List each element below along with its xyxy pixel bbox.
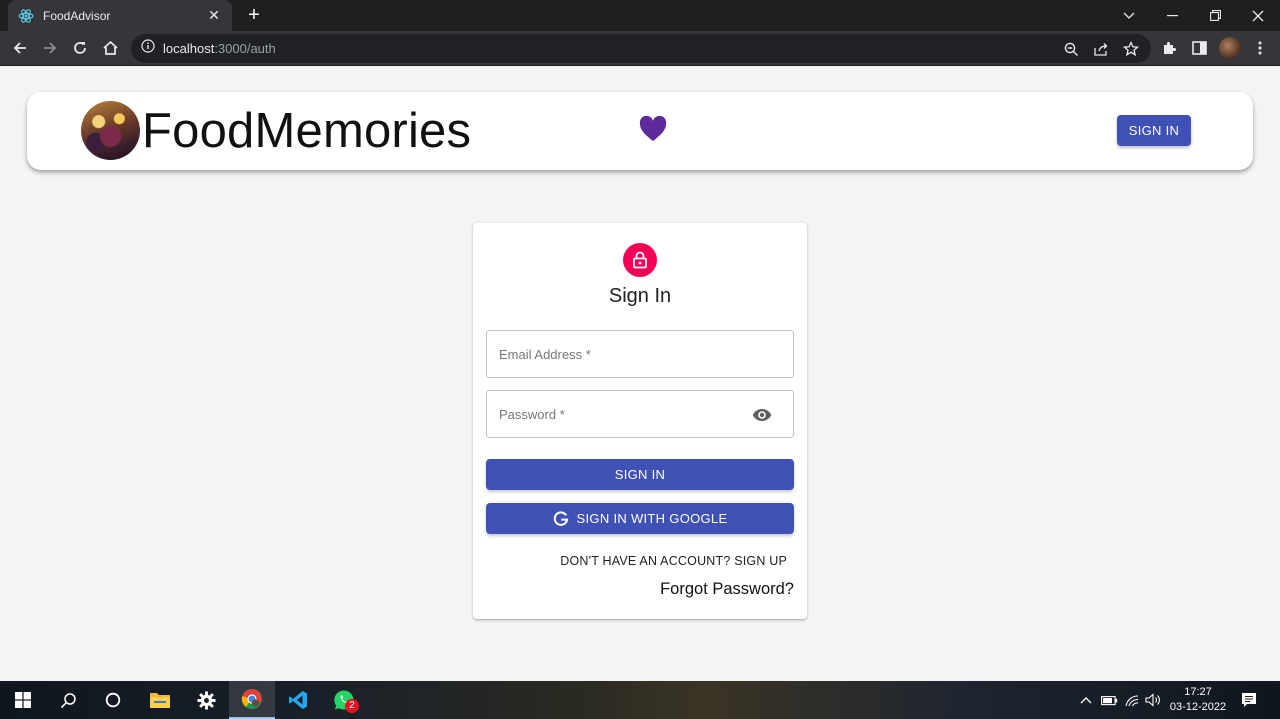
battery-icon[interactable]	[1100, 691, 1118, 709]
signin-button[interactable]: SIGN IN	[486, 459, 794, 490]
signin-card: Sign In SIGN IN SIGN IN WITH GOOGLE DON'…	[473, 223, 807, 619]
browser-tab[interactable]: FoodAdvisor ✕	[8, 0, 232, 31]
react-icon	[18, 8, 34, 24]
close-window-button[interactable]	[1236, 0, 1280, 31]
visibility-eye-icon[interactable]	[751, 405, 773, 425]
file-explorer-icon[interactable]	[137, 681, 183, 719]
url-path: :3000/auth	[214, 41, 276, 56]
browser-tab-strip: FoodAdvisor ✕ +	[0, 0, 1280, 31]
email-field[interactable]	[486, 330, 794, 378]
zoom-icon[interactable]	[1062, 40, 1080, 58]
tab-search-chevron-icon[interactable]	[1107, 0, 1151, 31]
volume-icon[interactable]	[1144, 691, 1162, 709]
tray-chevron-up-icon[interactable]	[1077, 691, 1095, 709]
app-bar: FoodMemories SIGN IN	[27, 92, 1253, 170]
signin-title: Sign In	[608, 285, 672, 307]
taskbar-clock[interactable]: 17:27 03-12-2022	[1164, 685, 1232, 715]
brand-avatar	[81, 101, 140, 160]
tab-close-icon[interactable]: ✕	[206, 7, 222, 24]
restore-button[interactable]	[1193, 0, 1237, 31]
page: FoodMemories SIGN IN Sign In Email Addre…	[0, 67, 1280, 681]
heart-icon	[639, 116, 667, 141]
brand-title[interactable]: FoodMemories	[142, 102, 471, 160]
cortana-icon[interactable]	[90, 681, 136, 719]
signup-link[interactable]: DON'T HAVE AN ACCOUNT? SIGN UP	[560, 554, 787, 568]
password-input[interactable]	[487, 391, 793, 437]
back-icon[interactable]	[7, 35, 33, 61]
bookmark-star-icon[interactable]	[1122, 40, 1140, 58]
home-icon[interactable]	[97, 35, 123, 61]
chrome-taskbar-icon[interactable]	[229, 681, 275, 719]
vscode-icon[interactable]	[275, 681, 321, 719]
google-signin-button[interactable]: SIGN IN WITH GOOGLE	[486, 503, 794, 534]
password-field[interactable]	[486, 390, 794, 438]
lock-icon	[633, 251, 647, 269]
wifi-icon[interactable]	[1123, 691, 1141, 709]
kebab-menu-icon[interactable]	[1247, 35, 1273, 61]
site-info-icon[interactable]	[141, 39, 155, 58]
profile-avatar[interactable]	[1219, 37, 1241, 59]
url-host: localhost	[163, 41, 215, 56]
notification-center-icon[interactable]	[1240, 691, 1258, 709]
tab-title: FoodAdvisor	[43, 8, 111, 23]
side-panel-icon[interactable]	[1186, 35, 1212, 61]
clock-time: 17:27	[1184, 686, 1212, 698]
windows-start-icon[interactable]	[0, 681, 46, 719]
email-input[interactable]	[487, 331, 793, 377]
settings-gear-icon[interactable]	[183, 681, 229, 719]
header-signin-button[interactable]: SIGN IN	[1117, 115, 1191, 146]
whatsapp-badge: 2	[345, 699, 359, 713]
url-text: localhost:3000/auth	[163, 41, 276, 56]
google-signin-label: SIGN IN WITH GOOGLE	[576, 511, 728, 526]
reload-icon[interactable]	[67, 35, 93, 61]
new-tab-button[interactable]: +	[243, 4, 265, 26]
whatsapp-icon[interactable]: 2	[321, 681, 367, 719]
forward-icon[interactable]	[37, 35, 63, 61]
extensions-icon[interactable]	[1156, 35, 1182, 61]
forgot-password-link[interactable]: Forgot Password?	[660, 580, 794, 599]
lock-avatar	[623, 243, 657, 277]
browser-toolbar: localhost:3000/auth	[0, 31, 1280, 66]
google-icon	[553, 510, 568, 526]
minimize-button[interactable]	[1150, 0, 1194, 31]
search-icon[interactable]	[45, 681, 91, 719]
taskbar: 2 17:27 03-12-2022	[0, 681, 1280, 719]
clock-date: 03-12-2022	[1169, 701, 1227, 713]
share-icon[interactable]	[1092, 40, 1110, 58]
address-bar[interactable]: localhost:3000/auth	[131, 34, 1151, 63]
